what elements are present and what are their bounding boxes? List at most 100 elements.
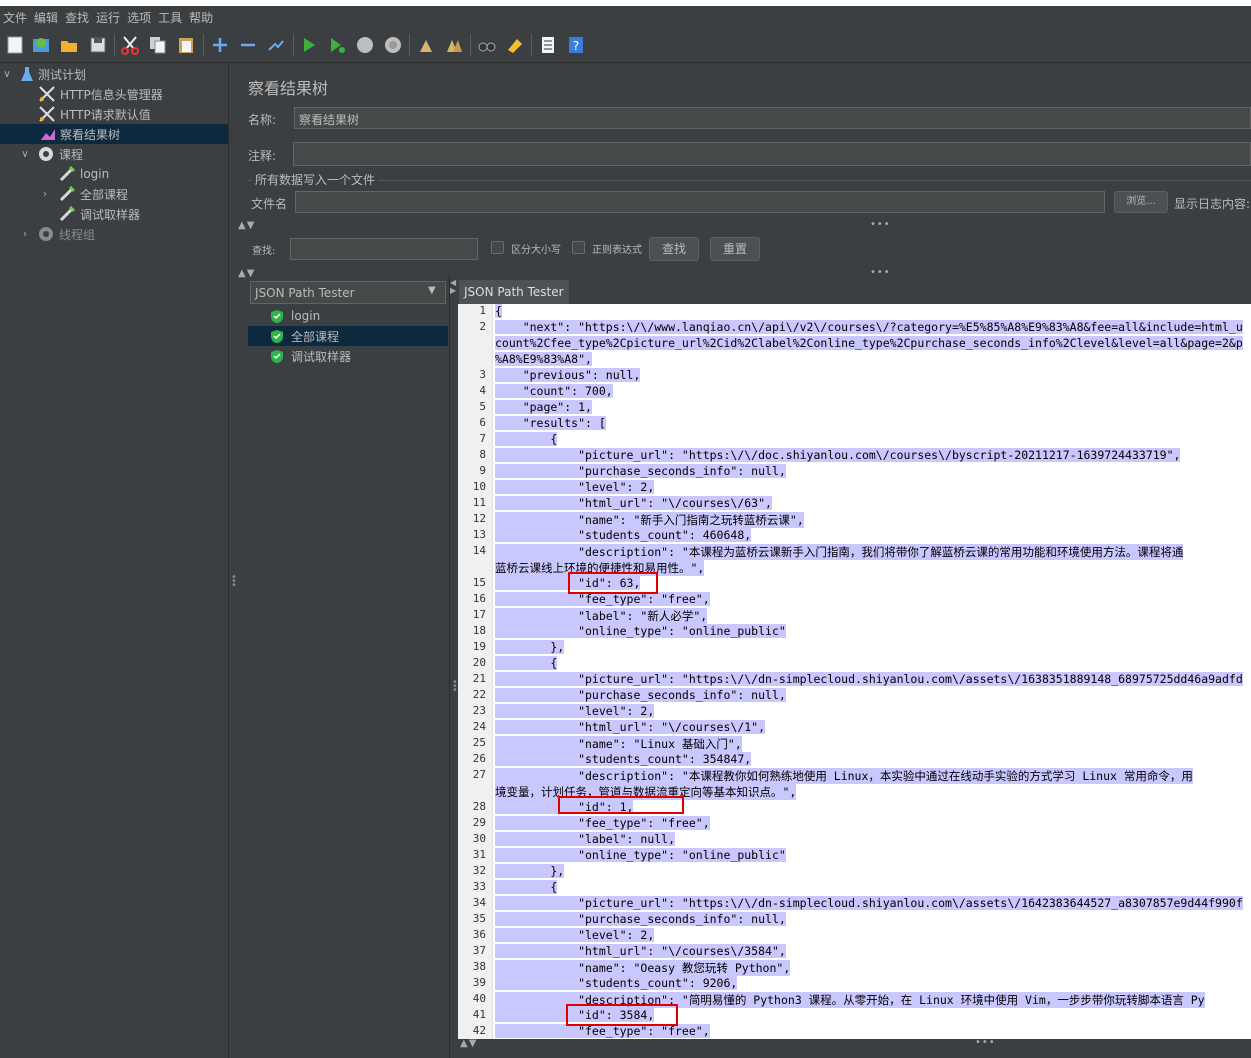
- save-icon[interactable]: [88, 35, 108, 55]
- templates-icon[interactable]: [31, 35, 51, 55]
- code-text: {: [495, 880, 558, 894]
- code-text: {: [495, 304, 502, 318]
- highlight-box-id-1: [558, 796, 684, 814]
- paste-icon[interactable]: [176, 35, 196, 55]
- line-number: 17: [472, 608, 486, 621]
- new-icon[interactable]: [5, 35, 25, 55]
- comment-label: 注释:: [248, 149, 277, 163]
- code-text: "picture_url": "https:\/\/dn-simplecloud…: [495, 672, 1243, 686]
- toggle-icon[interactable]: [266, 35, 286, 55]
- open-icon[interactable]: [59, 35, 79, 55]
- sample-item-login[interactable]: login: [248, 306, 448, 326]
- test-plan-tree: ∨ 测试计划 HTTP信息头管理器 HTTP请求默认值 察看结果树 ∨ 课程 l…: [0, 63, 228, 1058]
- copy-icon[interactable]: [148, 35, 168, 55]
- splitter-handle-icon[interactable]: •••: [870, 267, 891, 278]
- file-section-border: [248, 180, 1251, 181]
- name-field[interactable]: 察看结果树: [294, 107, 1251, 129]
- cut-icon[interactable]: [120, 35, 140, 55]
- collapse-arrows-icon[interactable]: ▲▼: [238, 268, 255, 279]
- function-helper-icon[interactable]: [538, 35, 558, 55]
- search-icon[interactable]: [477, 35, 497, 55]
- menu-file[interactable]: 文件: [0, 9, 31, 26]
- collapse-icon[interactable]: [238, 35, 258, 55]
- collapse-arrows-icon[interactable]: ◀ ▶: [450, 279, 456, 295]
- toolbar-separator: [409, 34, 410, 56]
- tree-item-thread-group[interactable]: › 线程组: [0, 224, 228, 244]
- tree-item-view-results-tree[interactable]: 察看结果树: [0, 124, 228, 144]
- menu-run[interactable]: 运行: [93, 9, 124, 26]
- tree-item-http-header-manager[interactable]: HTTP信息头管理器: [0, 84, 228, 104]
- sample-item-debug-sampler[interactable]: 调试取样器: [248, 346, 448, 366]
- line-number: 38: [472, 960, 486, 973]
- start-no-pause-icon[interactable]: [327, 35, 347, 55]
- line-number: 3: [479, 368, 486, 381]
- case-sensitive-checkbox[interactable]: [491, 241, 504, 254]
- line-number: 13: [472, 528, 486, 541]
- reset-search-icon[interactable]: [505, 35, 525, 55]
- stop-icon[interactable]: [355, 35, 375, 55]
- shutdown-icon[interactable]: [383, 35, 403, 55]
- code-text: "count": 700,: [495, 384, 613, 398]
- line-number: 2: [479, 320, 486, 333]
- search-input[interactable]: [290, 238, 478, 260]
- line-number: 8: [479, 448, 486, 461]
- tab-json-path-tester[interactable]: JSON Path Tester: [459, 280, 569, 306]
- reset-button[interactable]: 重置: [710, 237, 760, 261]
- line-number: 36: [472, 928, 486, 941]
- success-shield-icon: [271, 329, 283, 343]
- test-plan-icon: [21, 67, 33, 81]
- splitter-handle-icon[interactable]: •••: [870, 219, 891, 230]
- code-text: "picture_url": "https:\/\/dn-simplecloud…: [495, 896, 1243, 910]
- toolbar-separator: [470, 34, 471, 56]
- line-number: 16: [472, 592, 486, 605]
- tree-item-login[interactable]: login: [0, 164, 228, 184]
- gear-icon: [39, 227, 53, 241]
- start-icon[interactable]: [299, 35, 319, 55]
- filename-label: 文件名: [251, 197, 288, 211]
- toolbar-separator: [203, 34, 204, 56]
- line-number: 24: [472, 720, 486, 733]
- menu-search[interactable]: 查找: [62, 9, 93, 26]
- splitter-handle-icon[interactable]: •••: [231, 573, 237, 591]
- chevron-right-icon[interactable]: ›: [20, 229, 30, 240]
- chevron-down-icon[interactable]: ∨: [20, 149, 30, 160]
- search-label: 查找:: [252, 246, 276, 257]
- tree-item-all-courses[interactable]: › 全部课程: [0, 184, 228, 204]
- tree-item-test-plan[interactable]: ∨ 测试计划: [0, 64, 228, 84]
- chevron-down-icon[interactable]: ∨: [2, 69, 12, 80]
- code-text: "level": 2,: [495, 928, 655, 942]
- find-button[interactable]: 查找: [649, 237, 699, 261]
- comment-field[interactable]: [293, 142, 1251, 166]
- filename-input[interactable]: [295, 191, 1105, 213]
- expand-icon[interactable]: [210, 35, 230, 55]
- regex-checkbox[interactable]: [572, 241, 585, 254]
- clear-all-icon[interactable]: [444, 35, 464, 55]
- name-label: 名称:: [248, 113, 277, 127]
- code-text: "level": 2,: [495, 704, 655, 718]
- menu-tools[interactable]: 工具: [155, 9, 186, 26]
- code-text: "purchase_seconds_info": null,: [495, 912, 786, 926]
- sample-item-all-courses[interactable]: 全部课程: [248, 326, 448, 346]
- code-text: "html_url": "\/courses\/1",: [495, 720, 766, 734]
- tree-item-thread-group-course[interactable]: ∨ 课程: [0, 144, 228, 164]
- config-element-icon: [39, 86, 55, 102]
- tree-item-debug-sampler[interactable]: 调试取样器: [0, 204, 228, 224]
- menu-help[interactable]: 帮助: [186, 9, 217, 26]
- menu-edit[interactable]: 编辑: [31, 9, 62, 26]
- browse-button[interactable]: 浏览...: [1114, 191, 1168, 213]
- menu-options[interactable]: 选项: [124, 9, 155, 26]
- collapse-arrows-icon[interactable]: ▲▼: [460, 1038, 477, 1049]
- code-text: "name": "新手入门指南之玩转蓝桥云课",: [495, 512, 804, 528]
- code-text: "label": "新人必学",: [495, 608, 708, 624]
- chevron-right-icon[interactable]: ›: [40, 189, 50, 200]
- clear-icon[interactable]: [416, 35, 436, 55]
- help-icon[interactable]: ?: [566, 35, 586, 55]
- toolbar-separator: [114, 34, 115, 56]
- result-splitter[interactable]: [449, 275, 458, 1058]
- sampler-icon: [59, 165, 76, 182]
- collapse-arrows-icon[interactable]: ▲▼: [238, 220, 255, 231]
- renderer-select[interactable]: JSON Path Tester: [250, 281, 446, 304]
- chevron-down-icon[interactable]: ▼: [428, 285, 436, 296]
- tree-item-http-request-defaults[interactable]: HTTP请求默认值: [0, 104, 228, 124]
- json-response-editor[interactable]: 1 {2 "next": "https:\/\/www.lanqiao.cn\/a…: [458, 304, 1251, 1039]
